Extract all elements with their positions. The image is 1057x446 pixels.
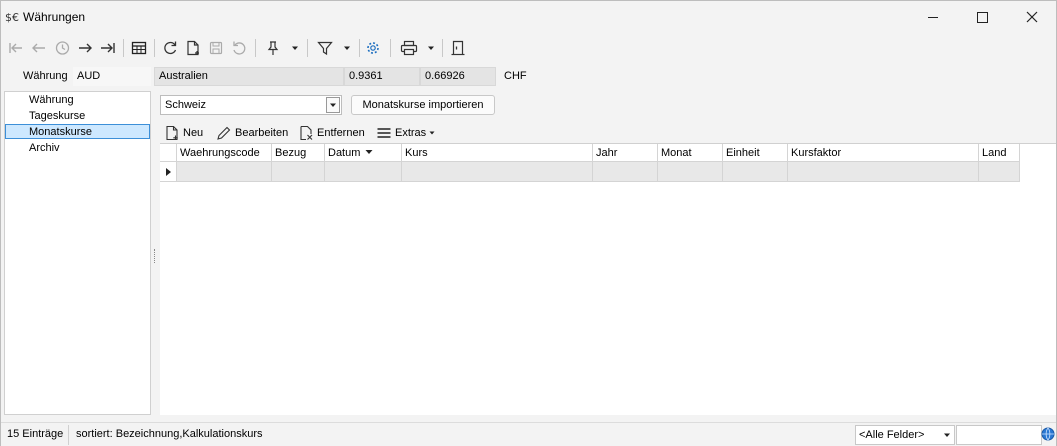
panel-splitter[interactable] — [154, 249, 156, 263]
chevron-down-icon[interactable] — [326, 97, 340, 113]
monthly-rates-grid: Waehrungscode Bezug Datum Kurs Jahr Mona… — [160, 143, 1056, 415]
previous-record-icon[interactable] — [29, 37, 49, 59]
save-icon[interactable] — [206, 37, 226, 59]
sidebar-item-tageskurse[interactable]: Tageskurse — [29, 110, 85, 122]
table-cell[interactable] — [658, 162, 723, 182]
column-header-land[interactable]: Land — [979, 144, 1020, 162]
table-cell[interactable] — [177, 162, 272, 182]
rate-field-1: 0.9361 — [344, 67, 420, 86]
svg-text:$€: $€ — [5, 11, 19, 24]
toolbar-separator — [442, 39, 443, 57]
new-icon — [166, 125, 178, 141]
table-cell[interactable] — [723, 162, 788, 182]
new-document-icon[interactable] — [183, 37, 203, 59]
sort-descending-icon — [365, 150, 373, 154]
row-header-corner — [160, 144, 177, 162]
row-indicator[interactable] — [160, 162, 177, 182]
chevron-down-icon — [944, 433, 950, 437]
column-header-monat[interactable]: Monat — [658, 144, 723, 162]
current-row-arrow-icon — [166, 168, 171, 176]
extras-label: Extras — [395, 127, 427, 139]
refresh-icon[interactable] — [160, 37, 180, 59]
status-bar: 15 Einträge sortiert: Bezeichnung,Kalkul… — [1, 422, 1056, 446]
edit-button[interactable]: Bearbeiten — [216, 123, 288, 143]
window-title: Währungen — [23, 10, 86, 24]
column-header-kursfaktor[interactable]: Kursfaktor — [788, 144, 979, 162]
toolbar-separator — [123, 39, 124, 57]
table-cell[interactable] — [402, 162, 593, 182]
field-filter-value: <Alle Felder> — [859, 429, 925, 441]
column-header-jahr[interactable]: Jahr — [593, 144, 658, 162]
sidebar-item-monatskurse[interactable]: Monatskurse — [29, 126, 92, 138]
column-header-datum-label: Datum — [328, 147, 361, 159]
table-cell[interactable] — [593, 162, 658, 182]
country-select-value: Schweiz — [165, 99, 206, 111]
currency-label: Währung — [23, 70, 68, 82]
filter-icon[interactable] — [315, 37, 335, 59]
base-currency-label: CHF — [504, 70, 527, 82]
filter-dropdown-icon[interactable] — [341, 37, 353, 59]
remove-button[interactable]: Entfernen — [298, 123, 365, 143]
column-header-kurs[interactable]: Kurs — [402, 144, 593, 162]
title-bar: $€ Währungen — [1, 1, 1056, 33]
navigation-sidebar: Währung Tageskurse Monatskurse Archiv — [4, 91, 151, 415]
status-separator — [68, 425, 69, 445]
print-icon[interactable] — [398, 37, 420, 59]
main-toolbar — [1, 35, 1056, 61]
close-button[interactable] — [1009, 1, 1055, 33]
grid-toolbar: Neu Bearbeiten Entfernen Extras — [160, 123, 1056, 143]
history-icon[interactable] — [52, 37, 72, 59]
record-count: 15 Einträge — [7, 428, 64, 440]
minimize-button[interactable] — [910, 1, 956, 33]
first-record-icon[interactable] — [6, 37, 26, 59]
currency-window: $€ Währungen Währung AUD Australien 0.93… — [0, 0, 1057, 446]
exit-icon[interactable] — [448, 37, 468, 59]
toolbar-separator — [307, 39, 308, 57]
currency-name-field: Australien — [154, 67, 344, 86]
search-input[interactable] — [956, 425, 1042, 445]
import-monthly-rates-button[interactable]: Monatskurse importieren — [351, 95, 495, 115]
pin-dropdown-icon[interactable] — [289, 37, 301, 59]
sidebar-item-archiv[interactable]: Archiv — [29, 142, 60, 154]
monthly-rates-panel: Schweiz Monatskurse importieren Neu Bear… — [158, 91, 1056, 415]
sort-info: sortiert: Bezeichnung,Kalkulationskurs — [76, 428, 263, 440]
table-cell[interactable] — [979, 162, 1020, 182]
toolbar-separator — [359, 39, 360, 57]
toolbar-separator — [390, 39, 391, 57]
table-cell[interactable] — [788, 162, 979, 182]
table-cell[interactable] — [272, 162, 325, 182]
column-header-waehrungscode[interactable]: Waehrungscode — [177, 144, 272, 162]
currency-header: Währung AUD Australien 0.9361 0.66926 CH… — [1, 65, 1056, 87]
remove-document-icon — [300, 125, 313, 141]
maximize-button[interactable] — [959, 1, 1005, 33]
column-header-bezug[interactable]: Bezug — [272, 144, 325, 162]
last-record-icon[interactable] — [98, 37, 118, 59]
rate-field-2: 0.66926 — [420, 67, 496, 86]
new-button[interactable]: Neu — [164, 123, 203, 143]
sidebar-item-waehrung[interactable]: Währung — [29, 94, 74, 106]
table-view-icon[interactable] — [129, 37, 149, 59]
globe-icon[interactable] — [1041, 427, 1055, 441]
table-cell[interactable] — [325, 162, 402, 182]
undo-icon[interactable] — [229, 37, 249, 59]
new-label: Neu — [183, 127, 204, 139]
country-select[interactable]: Schweiz — [160, 95, 342, 115]
column-header-datum[interactable]: Datum — [325, 144, 402, 162]
field-filter-select[interactable]: <Alle Felder> — [855, 425, 955, 445]
next-record-icon[interactable] — [75, 37, 95, 59]
menu-icon — [377, 128, 391, 138]
currency-code-input[interactable]: AUD — [73, 67, 151, 86]
print-dropdown-icon[interactable] — [425, 37, 437, 59]
column-header-einheit[interactable]: Einheit — [723, 144, 788, 162]
toolbar-separator — [255, 39, 256, 57]
extras-dropdown-icon — [429, 131, 435, 135]
settings-icon[interactable] — [363, 37, 383, 59]
extras-menu[interactable]: Extras — [376, 123, 435, 143]
edit-label: Bearbeiten — [235, 127, 289, 139]
toolbar-separator — [154, 39, 155, 57]
currency-icon: $€ — [5, 9, 21, 25]
remove-label: Entfernen — [317, 127, 365, 139]
pin-icon[interactable] — [263, 37, 283, 59]
pencil-icon — [217, 126, 231, 140]
